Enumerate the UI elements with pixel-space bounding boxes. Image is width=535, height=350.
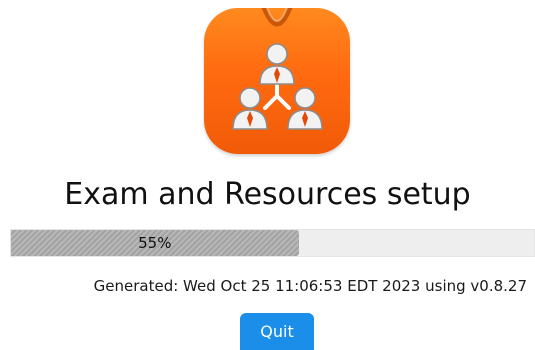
generated-info-text: Generated: Wed Oct 25 11:06:53 EDT 2023 … [93,277,527,295]
app-logo [204,8,350,154]
page-title: Exam and Resources setup [64,177,471,212]
setup-page: Exam and Resources setup 55% Generated: … [0,0,535,350]
progress-percent-label: 55% [138,234,172,252]
quit-button[interactable]: Quit [240,313,314,350]
people-network-icon [232,8,323,130]
progress-bar: 55% [10,229,535,257]
